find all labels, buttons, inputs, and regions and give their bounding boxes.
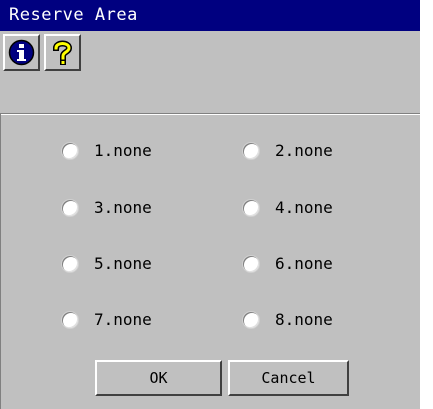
radio-option-3[interactable] bbox=[62, 200, 78, 216]
left-border bbox=[0, 113, 1, 409]
radio-option-6-label: 6.none bbox=[275, 254, 333, 273]
radio-option-2[interactable] bbox=[243, 143, 259, 159]
toolbar bbox=[0, 31, 420, 113]
radio-option-8-label: 8.none bbox=[275, 310, 333, 329]
cancel-button[interactable]: Cancel bbox=[228, 360, 349, 396]
radio-option-7[interactable] bbox=[62, 312, 78, 328]
radio-option-2-label: 2.none bbox=[275, 141, 333, 160]
radio-option-6[interactable] bbox=[243, 256, 259, 272]
radio-option-4-label: 4.none bbox=[275, 198, 333, 217]
radio-option-3-label: 3.none bbox=[94, 198, 152, 217]
radio-option-4[interactable] bbox=[243, 200, 259, 216]
reserve-area-dialog: Reserve Area 1.none 2.none 3.none 4.none… bbox=[0, 0, 433, 409]
radio-option-1[interactable] bbox=[62, 143, 78, 159]
radio-option-5[interactable] bbox=[62, 256, 78, 272]
toolbar-divider bbox=[0, 113, 420, 115]
window-edge bbox=[420, 0, 433, 409]
radio-option-8[interactable] bbox=[243, 312, 259, 328]
radio-option-7-label: 7.none bbox=[94, 310, 152, 329]
window-title: Reserve Area bbox=[0, 0, 420, 31]
info-button[interactable] bbox=[3, 34, 40, 71]
ok-button[interactable]: OK bbox=[95, 360, 222, 396]
help-button[interactable] bbox=[44, 34, 81, 71]
radio-option-1-label: 1.none bbox=[94, 141, 152, 160]
radio-option-5-label: 5.none bbox=[94, 254, 152, 273]
